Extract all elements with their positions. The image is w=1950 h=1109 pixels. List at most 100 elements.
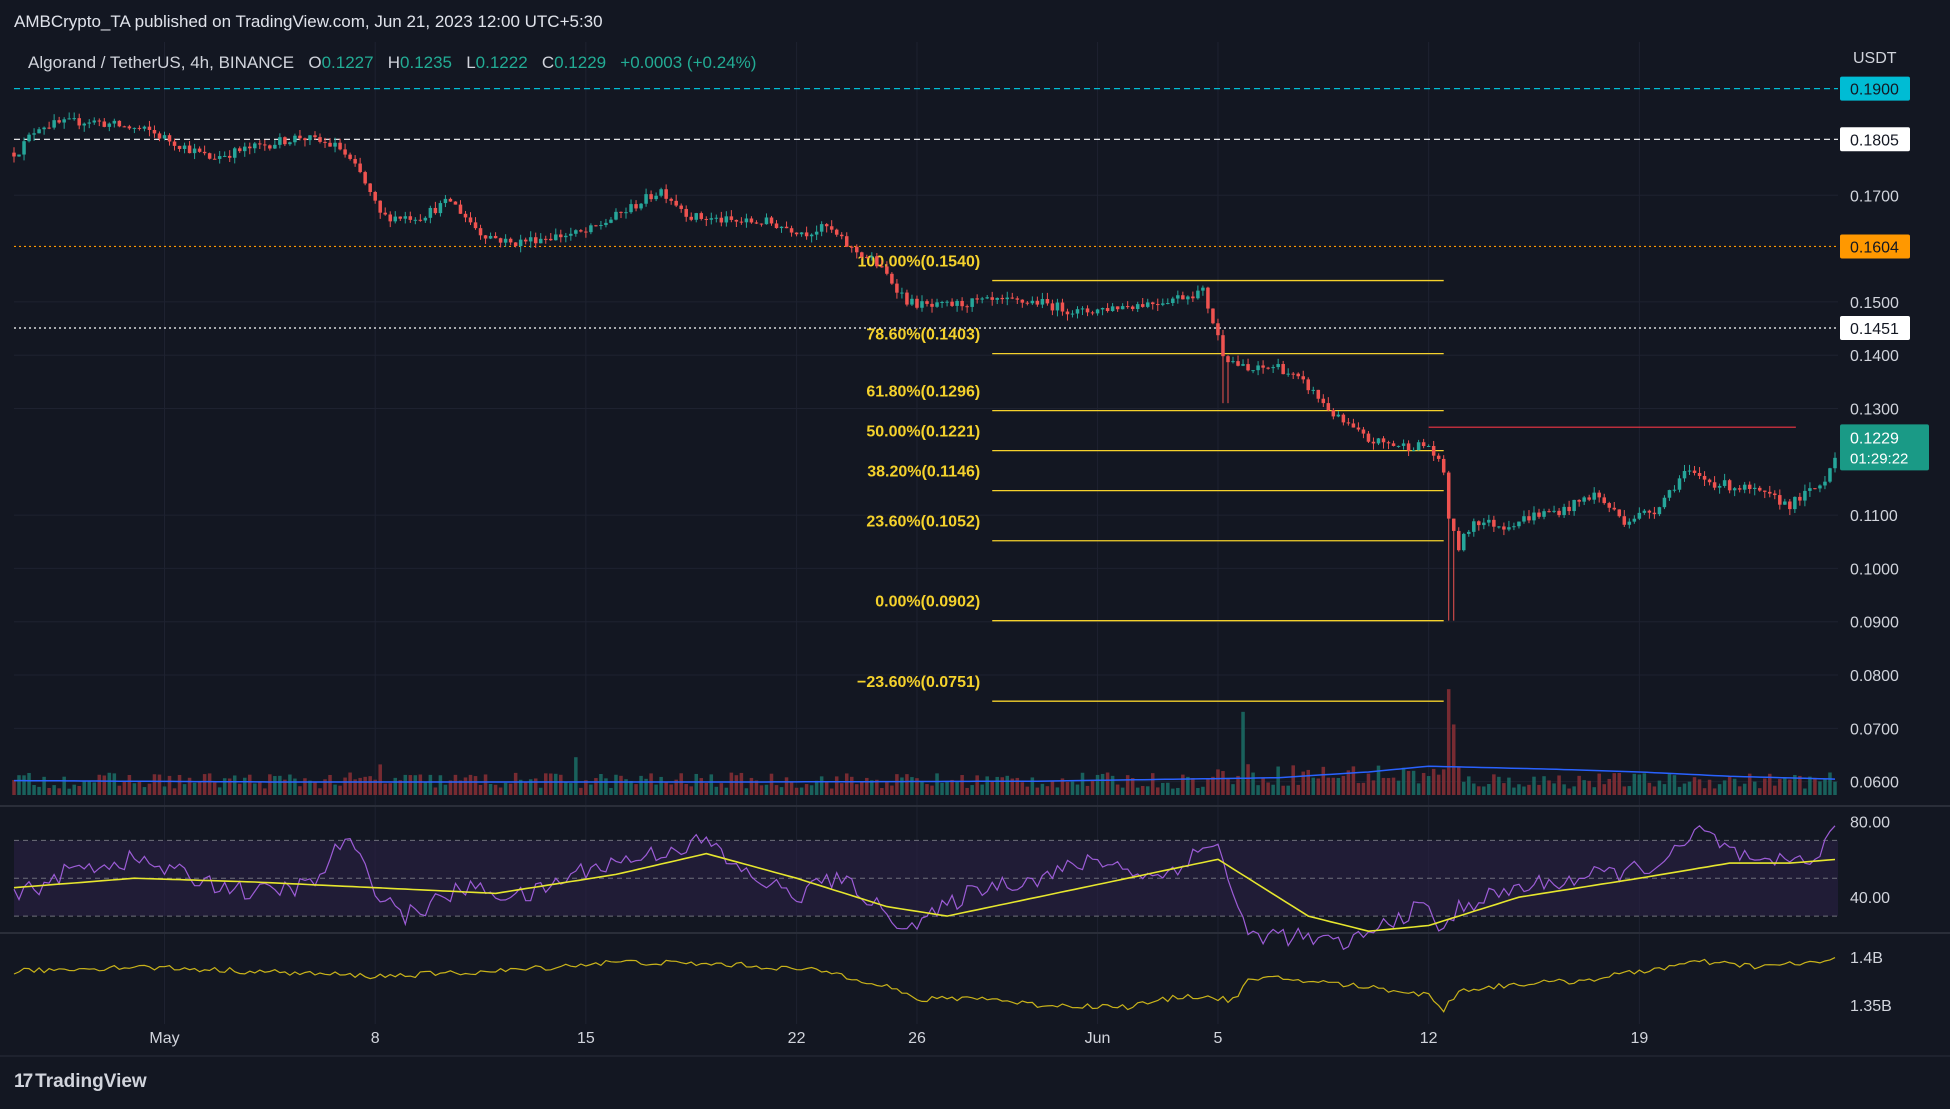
- high-value: 0.1235: [400, 53, 453, 72]
- candle-body: [1030, 300, 1035, 304]
- volume-bar: [1436, 774, 1441, 795]
- volume-bar: [1577, 775, 1581, 795]
- candle-body: [172, 141, 177, 146]
- volume-bar: [182, 784, 187, 795]
- candle-body: [212, 158, 217, 160]
- volume-bar: [338, 785, 342, 795]
- candle-body: [1080, 308, 1085, 310]
- volume-bar: [1025, 786, 1030, 795]
- volume-bar: [177, 774, 182, 795]
- volume-bar: [1366, 773, 1371, 795]
- high-label: H: [387, 53, 401, 72]
- volume-bar: [222, 778, 227, 795]
- volume-bar: [1055, 787, 1060, 795]
- volume-bar: [689, 786, 693, 795]
- tradingview-logo-icon: 17: [14, 1071, 33, 1092]
- candle-body: [1768, 491, 1772, 494]
- volume-bar: [1291, 765, 1295, 795]
- volume-bar: [1562, 784, 1566, 795]
- volume-bar: [1196, 787, 1200, 795]
- candle-body: [217, 156, 222, 159]
- volume-bar: [127, 775, 132, 795]
- volume-bar: [152, 774, 157, 795]
- chart-canvas[interactable]: 100.00%(0.1540)78.60%(0.1403)61.80%(0.12…: [0, 0, 1950, 1109]
- volume-bar: [533, 778, 538, 795]
- candle-body: [1592, 492, 1596, 500]
- volume-bar: [298, 786, 302, 795]
- price-level-tag-label: 0.1805: [1850, 132, 1899, 149]
- candle-body: [137, 127, 142, 129]
- volume-bar: [839, 783, 844, 795]
- volume-bar: [1406, 770, 1411, 795]
- candle-body: [1622, 516, 1627, 525]
- volume-bar: [990, 780, 994, 795]
- axis-unit[interactable]: USDT: [1853, 50, 1897, 68]
- volume-bar: [343, 777, 347, 795]
- volume-bar: [388, 783, 392, 795]
- volume-bar: [920, 781, 924, 795]
- countdown-label: 01:29:22: [1850, 450, 1908, 467]
- candle-body: [1657, 507, 1662, 515]
- volume-bar: [1095, 774, 1100, 795]
- candle-body: [1527, 516, 1531, 521]
- volume-bar: [639, 775, 643, 795]
- volume-bar: [1271, 784, 1275, 795]
- fib-level-label: 78.60%(0.1403): [866, 327, 980, 344]
- candle-body: [458, 204, 463, 214]
- candle-body: [543, 238, 548, 240]
- volume-bar: [554, 773, 558, 795]
- candle-body: [1497, 526, 1501, 528]
- volume-bar: [313, 782, 317, 795]
- volume-bar: [207, 773, 212, 795]
- volume-bar: [1266, 782, 1270, 795]
- volume-bar: [1662, 784, 1667, 795]
- symbol-legend[interactable]: Algorand / TetherUS, 4h, BINANCE O0.1227…: [28, 53, 756, 73]
- candle-body: [1316, 389, 1321, 399]
- candle-body: [719, 217, 724, 223]
- volume-bar: [794, 787, 799, 795]
- volume-bar: [132, 783, 137, 795]
- volume-bar: [955, 781, 959, 795]
- price-level-tag-label: 0.1900: [1850, 82, 1899, 99]
- fib-level-label: 23.60%(0.1052): [866, 514, 980, 531]
- price-tick-label: 0.1500: [1850, 295, 1899, 312]
- candle-body: [177, 145, 182, 149]
- candle-body: [453, 201, 458, 205]
- candle-body: [985, 297, 989, 299]
- candle-body: [1015, 298, 1020, 300]
- candle-body: [860, 252, 864, 257]
- candle-body: [408, 216, 413, 220]
- fib-level-label: 38.20%(0.1146): [867, 464, 980, 481]
- candle-body: [308, 135, 312, 141]
- volume-bar: [1722, 780, 1727, 795]
- candle-body: [1587, 497, 1591, 500]
- volume-bar: [17, 775, 21, 795]
- volume-bar: [819, 776, 824, 795]
- candle-body: [1301, 376, 1305, 380]
- candle-body: [443, 198, 448, 204]
- candle-body: [1612, 507, 1617, 510]
- candle-body: [298, 135, 302, 139]
- volume-bar: [368, 776, 372, 795]
- candle-body: [468, 217, 473, 223]
- volume-bar: [248, 774, 252, 795]
- candle-body: [1045, 299, 1050, 304]
- volume-bar: [1166, 782, 1170, 795]
- candle-body: [413, 219, 418, 221]
- candle-body: [72, 118, 76, 120]
- volume-bar: [1632, 773, 1637, 795]
- volume-bar: [513, 772, 518, 795]
- candle-body: [1120, 306, 1125, 310]
- candle-body: [398, 216, 403, 219]
- volume-bar: [1451, 724, 1456, 795]
- volume-bar: [779, 787, 784, 795]
- candle-body: [945, 301, 949, 303]
- time-tick-label: 12: [1420, 1030, 1438, 1047]
- time-tick-label: 5: [1214, 1030, 1223, 1047]
- volume-bar: [649, 773, 653, 795]
- volume-bar: [960, 775, 964, 795]
- candle-body: [513, 242, 518, 247]
- tradingview-logo[interactable]: 17 TradingView: [14, 1071, 147, 1093]
- candle-body: [388, 214, 392, 222]
- low-label: L: [466, 53, 476, 72]
